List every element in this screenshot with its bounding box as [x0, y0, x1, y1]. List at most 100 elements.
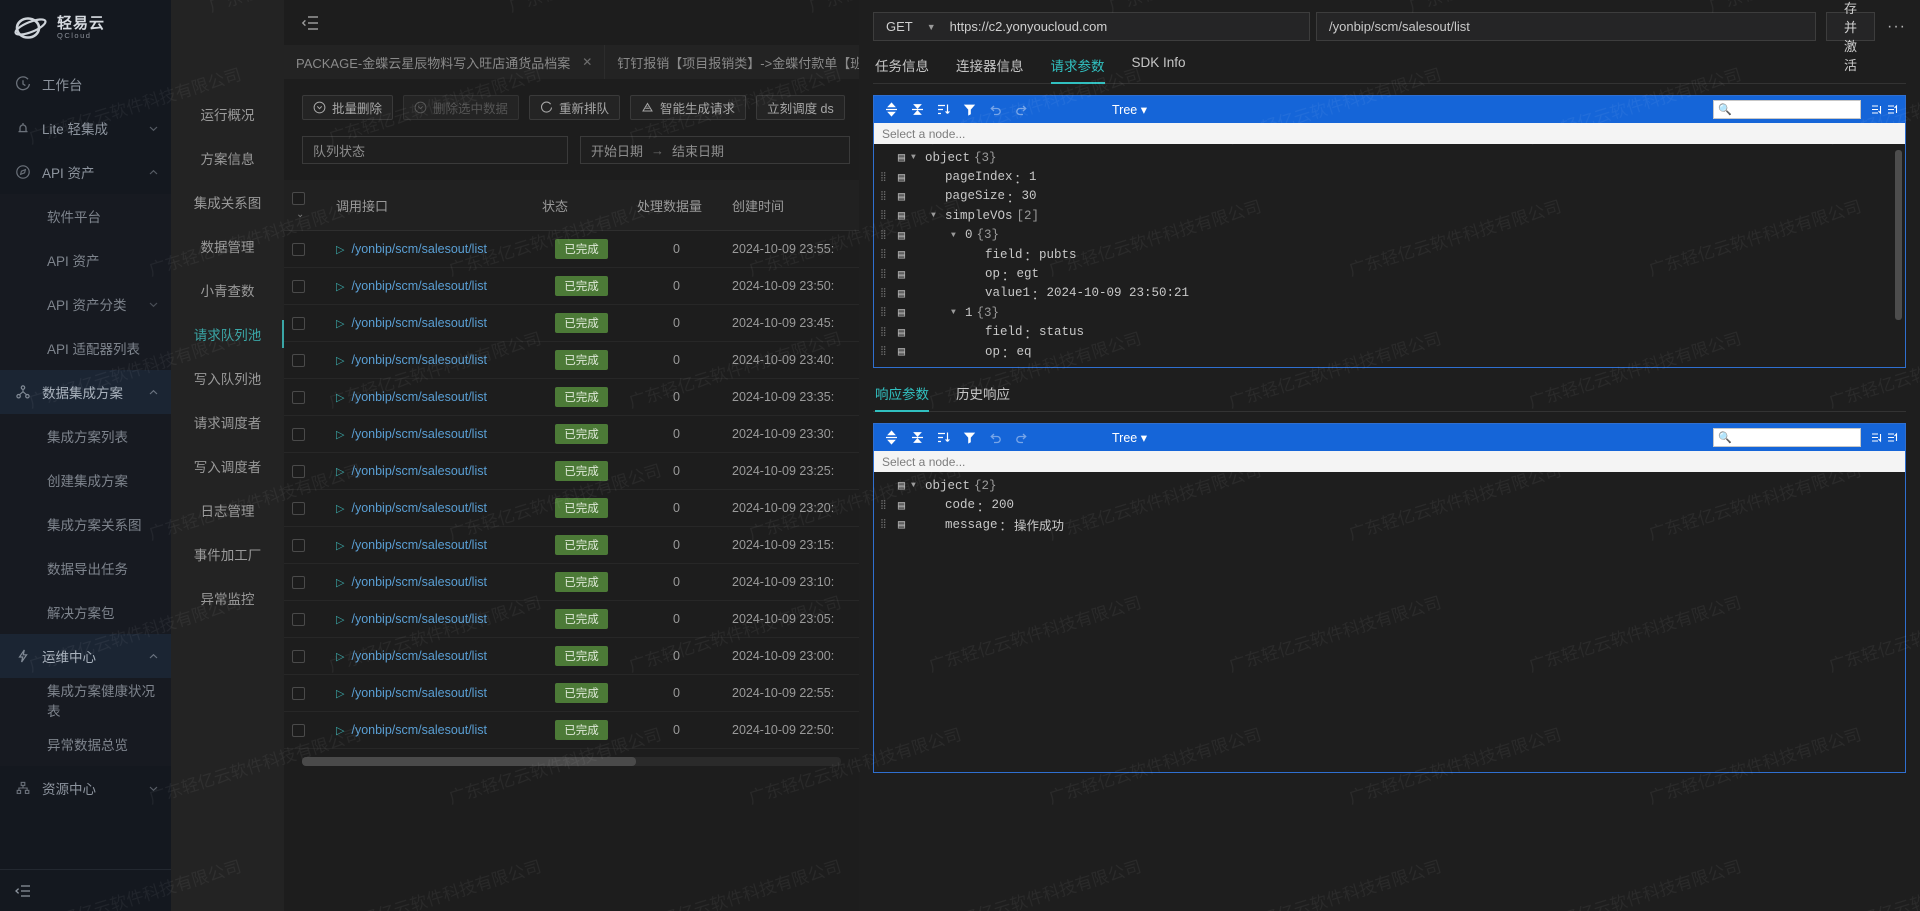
sidebar-item-api-assets[interactable]: API 资产 — [0, 150, 171, 194]
tab-response-params[interactable]: 响应参数 — [875, 383, 929, 413]
drag-handle-icon[interactable]: ⣿ — [880, 211, 892, 220]
expand-all-icon[interactable] — [880, 427, 903, 448]
node-box-icon[interactable]: ▤ — [892, 325, 911, 340]
subnav-item-request-scheduler[interactable]: 请求调度者 — [171, 400, 284, 444]
drag-handle-icon[interactable]: ⣿ — [880, 520, 892, 529]
batch-delete-button[interactable]: 批量删除 — [302, 95, 394, 120]
search-prev-icon[interactable] — [1886, 431, 1899, 444]
node-box-icon[interactable]: ▤ — [892, 150, 911, 165]
row-checkbox-cell[interactable] — [284, 452, 328, 491]
row-checkbox-cell[interactable] — [284, 600, 328, 639]
node-box-icon[interactable]: ▤ — [892, 208, 911, 223]
sidebar-item-plan-graph[interactable]: 集成方案关系图 — [0, 502, 171, 546]
subnav-item-event-factory[interactable]: 事件加工厂 — [171, 532, 284, 576]
schedule-now-button[interactable]: 立刻调度 ds — [756, 95, 845, 120]
tab-connector-info[interactable]: 连接器信息 — [956, 55, 1024, 84]
drag-handle-icon[interactable]: ⣿ — [880, 347, 892, 356]
row-checkbox-cell[interactable] — [284, 711, 328, 750]
row-checkbox[interactable] — [292, 428, 305, 442]
drag-handle-icon[interactable]: ⣿ — [880, 172, 892, 181]
request-node-selector[interactable]: Select a node... — [874, 123, 1905, 144]
table-row[interactable]: ▷ /yonbip/scm/salesout/list 已完成 0 2024-10-09… — [284, 341, 859, 380]
chevron-down-icon[interactable]: ▼ — [927, 22, 936, 32]
row-checkbox-cell[interactable] — [284, 378, 328, 417]
sidebar-item-api-asset[interactable]: API 资产 — [0, 238, 171, 282]
table-row[interactable]: ▷ /yonbip/scm/salesout/list 已完成 0 2024-10-09… — [284, 267, 859, 306]
api-link[interactable]: /yonbip/scm/salesout/list — [351, 279, 486, 293]
drag-handle-icon[interactable]: ⣿ — [880, 308, 892, 317]
row-checkbox[interactable] — [292, 576, 305, 590]
table-row[interactable]: ▷ /yonbip/scm/salesout/list 已完成 0 2024-10-09… — [284, 674, 859, 713]
row-checkbox[interactable] — [292, 391, 305, 405]
row-checkbox[interactable] — [292, 650, 305, 664]
scroll-thumb[interactable] — [302, 757, 637, 767]
json-tree-row[interactable]: ⣿ ▤ value1： 2024-10-09 23:50:21 — [874, 284, 1905, 303]
sidebar-item-software-platform[interactable]: 软件平台 — [0, 194, 171, 238]
sidebar-item-lite[interactable]: Lite 轻集成 — [0, 106, 171, 150]
tab-package-kingdee[interactable]: PACKAGE-金蝶云星辰物料写入旺店通货品档案 ✕ — [284, 45, 606, 79]
chevron-down-icon[interactable]: ▼ — [951, 308, 965, 317]
select-all-checkbox[interactable] — [292, 192, 305, 206]
response-search-input[interactable]: 🔍 — [1713, 428, 1861, 448]
subnav-item-write-scheduler[interactable]: 写入调度者 — [171, 444, 284, 488]
collapse-sidebar-icon[interactable] — [14, 883, 32, 899]
node-box-icon[interactable]: ▤ — [892, 478, 911, 493]
node-box-icon[interactable]: ▤ — [892, 344, 911, 359]
table-row[interactable]: ▷ /yonbip/scm/salesout/list 已完成 0 2024-10-09… — [284, 230, 859, 269]
row-checkbox-cell[interactable] — [284, 489, 328, 528]
response-mode-dropdown[interactable]: Tree ▾ — [1112, 430, 1147, 445]
table-row[interactable]: ▷ /yonbip/scm/salesout/list 已完成 0 2024-10-09… — [284, 600, 859, 639]
json-tree-row[interactable]: ⣿ ▤ pageSize： 30 — [874, 187, 1905, 206]
sidebar-collapse-row[interactable] — [0, 869, 171, 911]
collapse-icon[interactable] — [298, 11, 324, 35]
tab-request-params[interactable]: 请求参数 — [1050, 55, 1105, 84]
table-row[interactable]: ▷ /yonbip/scm/salesout/list 已完成 0 2024-10-09… — [284, 415, 859, 454]
drag-handle-icon[interactable]: ⣿ — [880, 327, 892, 336]
row-checkbox-cell[interactable] — [284, 637, 328, 676]
tree-scrollbar[interactable] — [1895, 150, 1902, 320]
json-tree-row[interactable]: ⣿ ▤ field： pubts — [874, 245, 1905, 265]
table-row[interactable]: ▷ /yonbip/scm/salesout/list 已完成 0 2024-10-09… — [284, 489, 859, 528]
search-prev-icon[interactable] — [1886, 103, 1899, 116]
tab-sdk-info[interactable]: SDK Info — [1132, 55, 1186, 84]
json-tree-row[interactable]: ⣿ ▤ ▼ 0 {3} — [874, 226, 1905, 245]
response-tree[interactable]: ▤ ▼ object {2} ⣿ ▤ code： 200 ⣿ ▤ message：操作成功 — [874, 472, 1905, 772]
api-link[interactable]: /yonbip/scm/salesout/list — [351, 538, 486, 552]
editor-search-input[interactable]: 🔍 — [1713, 100, 1861, 119]
subnav-item-query[interactable]: 小青查数 — [171, 268, 284, 312]
undo-icon[interactable] — [984, 427, 1007, 448]
row-checkbox-cell[interactable] — [284, 304, 328, 343]
tab-response-history[interactable]: 历史响应 — [956, 383, 1010, 412]
subnav-item-plan-info[interactable]: 方案信息 — [171, 136, 284, 180]
row-checkbox[interactable] — [292, 502, 305, 516]
row-checkbox[interactable] — [292, 317, 305, 331]
request-tree[interactable]: ▤ ▼ object {3} ⣿ ▤ pageIndex： 1 ⣿ ▤ pageSize： 30 ⣿ ▤… — [874, 144, 1905, 367]
json-tree-row[interactable]: ⣿ ▤ field： status — [874, 323, 1905, 342]
close-icon[interactable]: ✕ — [582, 55, 592, 69]
row-checkbox[interactable] — [292, 465, 305, 479]
json-tree-row[interactable]: ⣿ ▤ op： egt — [874, 264, 1905, 284]
api-link[interactable]: /yonbip/scm/salesout/list — [351, 723, 486, 737]
json-tree-row[interactable]: ▤ ▼ object {3} — [874, 148, 1905, 167]
filter-icon[interactable] — [958, 99, 981, 120]
row-checkbox[interactable] — [292, 687, 305, 701]
chevron-down-icon[interactable]: ▼ — [931, 211, 945, 220]
json-tree-row[interactable]: ⣿ ▤ message：操作成功 — [874, 515, 1905, 535]
api-link[interactable]: /yonbip/scm/salesout/list — [351, 353, 486, 367]
row-checkbox-cell[interactable] — [284, 341, 328, 380]
sidebar-item-create-plan[interactable]: 创建集成方案 — [0, 458, 171, 502]
row-checkbox[interactable] — [292, 243, 305, 257]
save-activate-button[interactable]: 保存并激活 — [1826, 1, 1876, 73]
undo-icon[interactable] — [984, 99, 1007, 120]
api-link[interactable]: /yonbip/scm/salesout/list — [351, 242, 486, 256]
table-row[interactable]: ▷ /yonbip/scm/salesout/list 已完成 0 2024-10-09… — [284, 563, 859, 602]
drag-handle-icon[interactable]: ⣿ — [880, 230, 892, 239]
sidebar-item-solution-package[interactable]: 解决方案包 — [0, 590, 171, 634]
delete-selected-button[interactable]: 删除选中数据 — [403, 95, 520, 120]
subnav-item-log-mgmt[interactable]: 日志管理 — [171, 488, 284, 532]
table-row[interactable]: ▷ /yonbip/scm/salesout/list 已完成 0 2024-10-09… — [284, 711, 859, 750]
sidebar-item-health-table[interactable]: 集成方案健康状况表 — [0, 678, 171, 722]
api-link[interactable]: /yonbip/scm/salesout/list — [351, 427, 486, 441]
search-next-icon[interactable] — [1870, 103, 1883, 116]
method-host-field[interactable]: GET ▼ https://c2.yonyoucloud.com — [873, 12, 1310, 41]
